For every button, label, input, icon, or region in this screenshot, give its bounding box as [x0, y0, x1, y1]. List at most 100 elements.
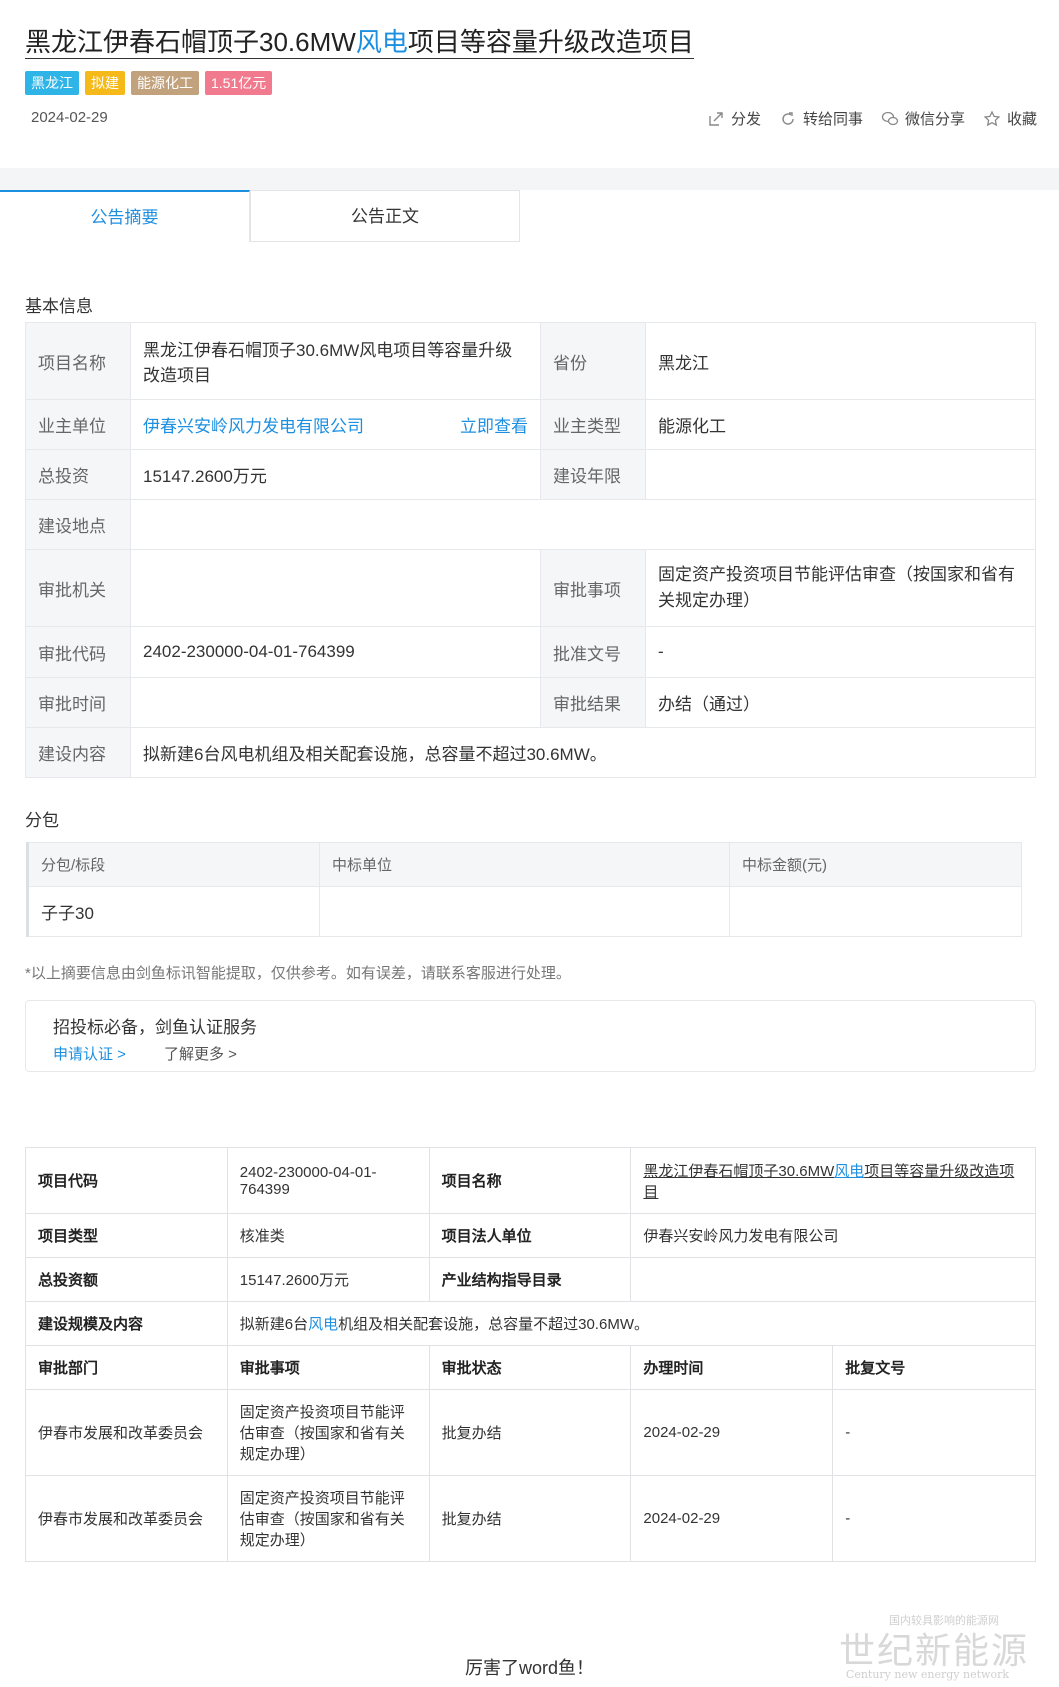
scale-keyword: 风电 — [308, 1316, 339, 1333]
investment-value: 15147.2600万元 — [130, 449, 541, 500]
package-col-header: 分包/标段 — [26, 842, 320, 887]
table-row: 项目类型 核准类 项目法人单位 伊春兴安岭风力发电有限公司 — [25, 1213, 1036, 1258]
table-row: 总投资额 15147.2600万元 产业结构指导目录 — [25, 1257, 1036, 1302]
detail-name-keyword: 风电 — [834, 1162, 865, 1180]
table-row: 总投资 15147.2600万元 建设年限 — [25, 449, 1036, 500]
wechat-share-button[interactable]: 微信分享 — [881, 108, 965, 129]
scale-text: 拟新建6台 — [239, 1316, 309, 1333]
tab-summary[interactable]: 公告摘要 — [0, 190, 250, 242]
approval-status: 批复办结 — [428, 1475, 632, 1562]
content-key: 建设内容 — [25, 727, 131, 778]
approval-dept: 伊春市发展和改革委员会 — [25, 1389, 228, 1476]
approval-dept-header: 审批部门 — [25, 1345, 228, 1390]
table-row: 建设内容 拟新建6台风电机组及相关配套设施，总容量不超过30.6MW。 — [25, 727, 1036, 778]
table-row: 子子30 — [26, 886, 1022, 937]
watermark-logo: 国内较具影响的能源网 世纪新能源网 Century new energy net… — [839, 1612, 1039, 1687]
watermark-subtitle: Century new energy network — [845, 1668, 1009, 1681]
province-value: 黑龙江 — [645, 322, 1036, 400]
tag-list: 黑龙江 拟建 能源化工 1.51亿元 — [25, 71, 273, 95]
time-key: 审批时间 — [25, 677, 131, 728]
approval-status-header: 审批状态 — [428, 1345, 632, 1390]
owner-cell: 伊春兴安岭风力发电有限公司 立即查看 — [130, 399, 541, 450]
approval-dept: 伊春市发展和改革委员会 — [25, 1475, 228, 1562]
table-row: 伊春市发展和改革委员会 固定资产投资项目节能评估审查（按国家和省有关规定办理） … — [25, 1475, 1036, 1562]
forward-button[interactable]: 转给同事 — [779, 108, 863, 129]
wechat-label: 微信分享 — [904, 111, 965, 128]
location-key: 建设地点 — [25, 499, 131, 550]
forward-label: 转给同事 — [802, 111, 863, 128]
detail-invest-value: 15147.2600万元 — [226, 1257, 430, 1302]
basic-info-table: 项目名称 黑龙江伊春石帽顶子30.6MW风电项目等容量升级改造项目 省份 黑龙江… — [25, 322, 1036, 778]
winner-col-header: 中标单位 — [319, 842, 730, 887]
page-title: 黑龙江伊春石帽顶子30.6MW风电项目等容量升级改造项目 — [25, 26, 694, 59]
investment-key: 总投资 — [25, 449, 131, 500]
approval-matter: 固定资产投资项目节能评估审查（按国家和省有关规定办理） — [226, 1475, 430, 1562]
forward-icon — [782, 111, 794, 125]
promo-title: 招投标必备，剑鱼认证服务 — [53, 1018, 257, 1037]
province-key: 省份 — [540, 322, 646, 400]
title-text-end: 项目等容量升级改造项目 — [407, 27, 694, 57]
authority-value — [130, 549, 541, 627]
share-label: 分发 — [730, 111, 761, 128]
learn-more-link[interactable]: 了解更多 > — [164, 1043, 237, 1064]
code-value: 2402-230000-04-01-764399 — [130, 626, 541, 678]
time-value — [130, 677, 541, 728]
location-value — [130, 499, 1036, 550]
share-button[interactable]: 分发 — [707, 108, 761, 129]
detail-scale-value: 拟新建6台风电机组及相关配套设施，总容量不超过30.6MW。 — [226, 1301, 1037, 1346]
owner-key: 业主单位 — [25, 399, 131, 450]
share-icon — [709, 111, 723, 126]
packages-title: 分包 — [25, 811, 59, 830]
divider-band — [0, 168, 1059, 190]
project-name-value: 黑龙江伊春石帽顶子30.6MW风电项目等容量升级改造项目 — [130, 322, 541, 400]
detail-type-key: 项目类型 — [25, 1213, 228, 1258]
table-row: 审批时间 审批结果 办结（通过） — [25, 677, 1036, 728]
project-header: 黑龙江伊春石帽顶子30.6MW风电项目等容量升级改造项目 黑龙江 拟建 能源化工… — [0, 0, 1059, 168]
detail-catalog-value — [630, 1257, 1036, 1302]
matter-key: 审批事项 — [540, 549, 646, 627]
authority-key: 审批机关 — [25, 549, 131, 627]
table-row: 项目名称 黑龙江伊春石帽顶子30.6MW风电项目等容量升级改造项目 省份 黑龙江 — [25, 322, 1036, 400]
winner-cell — [319, 886, 730, 937]
doc-no-value: - — [645, 626, 1036, 678]
wechat-icon — [881, 111, 899, 125]
tab-body[interactable]: 公告正文 — [250, 190, 520, 242]
packages-table: 分包/标段 中标单位 中标金额(元) 子子30 — [26, 842, 1022, 937]
project-name-key: 项目名称 — [25, 322, 131, 400]
detail-name-key: 项目名称 — [428, 1147, 632, 1214]
detail-type-value: 核准类 — [226, 1213, 430, 1258]
owner-type-key: 业主类型 — [540, 399, 646, 450]
table-row: 业主单位 伊春兴安岭风力发电有限公司 立即查看 业主类型 能源化工 — [25, 399, 1036, 450]
period-value — [645, 449, 1036, 500]
detail-name-link[interactable]: 黑龙江伊春石帽顶子30.6MW风电项目等容量升级改造项目 — [630, 1147, 1036, 1214]
owner-view-link[interactable]: 立即查看 — [460, 412, 528, 437]
title-text: 黑龙江伊春石帽顶子30.6MW — [25, 27, 356, 57]
favorite-label: 收藏 — [1006, 111, 1037, 128]
approval-matter-header: 审批事项 — [226, 1345, 430, 1390]
table-row: 建设地点 — [25, 499, 1036, 550]
detail-legal-key: 项目法人单位 — [428, 1213, 632, 1258]
detail-legal-value: 伊春兴安岭风力发电有限公司 — [630, 1213, 1036, 1258]
scale-text-end: 机组及相关配套设施，总容量不超过30.6MW。 — [338, 1316, 649, 1333]
table-row: 审批代码 2402-230000-04-01-764399 批准文号 - — [25, 626, 1036, 678]
tag-amount: 1.51亿元 — [205, 71, 273, 95]
apply-cert-link[interactable]: 申请认证 > — [53, 1043, 126, 1064]
approval-doc: - — [832, 1389, 1036, 1476]
tag-province[interactable]: 黑龙江 — [25, 71, 79, 95]
owner-link[interactable]: 伊春兴安岭风力发电有限公司 — [143, 417, 364, 436]
package-cell: 子子30 — [26, 886, 320, 937]
tab-bar: 公告摘要 公告正文 — [0, 190, 520, 242]
table-row: 伊春市发展和改革委员会 固定资产投资项目节能评估审查（按国家和省有关规定办理） … — [25, 1389, 1036, 1476]
favorite-button[interactable]: 收藏 — [983, 108, 1037, 129]
detail-scale-key: 建设规模及内容 — [25, 1301, 228, 1346]
amount-col-header: 中标金额(元) — [729, 842, 1022, 887]
detail-catalog-key: 产业结构指导目录 — [428, 1257, 632, 1302]
title-keyword: 风电 — [355, 27, 408, 57]
certification-promo: 招投标必备，剑鱼认证服务 申请认证 > 了解更多 > — [25, 1000, 1036, 1072]
amount-cell — [729, 886, 1022, 937]
table-row: 审批机关 审批事项 固定资产投资项目节能评估审查（按国家和省有关规定办理） — [25, 549, 1036, 627]
period-key: 建设年限 — [540, 449, 646, 500]
table-row: 项目代码 2402-230000-04-01-764399 项目名称 黑龙江伊春… — [25, 1147, 1036, 1214]
tag-stage[interactable]: 拟建 — [85, 71, 125, 95]
tag-industry[interactable]: 能源化工 — [131, 71, 199, 95]
